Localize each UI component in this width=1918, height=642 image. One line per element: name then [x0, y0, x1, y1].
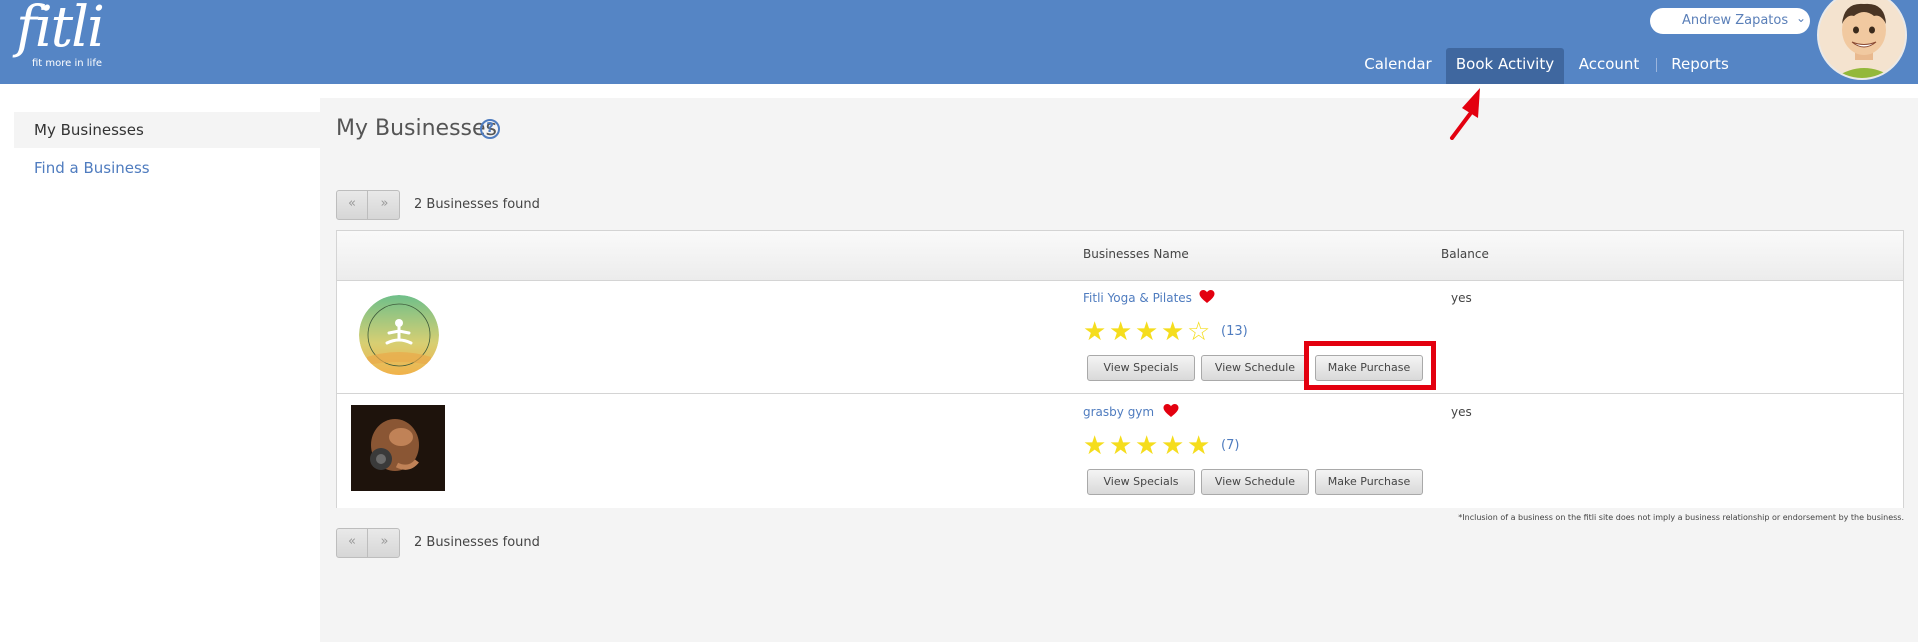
pager-next-button[interactable]: »: [369, 191, 400, 219]
help-icon[interactable]: ?: [480, 119, 500, 139]
pager-top: « »: [336, 190, 400, 220]
view-specials-button[interactable]: View Specials: [1087, 469, 1195, 495]
table-row: grasby gym ★ ★ ★ ★ ★ (7) yes View Specia…: [337, 395, 1903, 508]
logo-wordmark: fitli: [16, 0, 105, 60]
view-schedule-button[interactable]: View Schedule: [1201, 355, 1309, 381]
column-header-name: Businesses Name: [1083, 247, 1189, 261]
annotation-arrow-icon: [1450, 88, 1480, 140]
sidebar-item-my-businesses[interactable]: My Businesses: [14, 112, 320, 148]
column-header-balance: Balance: [1441, 247, 1489, 261]
main-content: My Businesses ? « » 2 Businesses found B…: [320, 98, 1918, 642]
pager-prev-button[interactable]: «: [337, 191, 368, 219]
star-filled-icon: ★: [1135, 431, 1159, 461]
table-header: Businesses Name Balance: [337, 231, 1903, 281]
user-menu[interactable]: Andrew Zapatos ⌄: [1650, 8, 1810, 34]
star-filled-icon: ★: [1135, 317, 1159, 347]
rating-stars: ★ ★ ★ ★ ★: [1083, 433, 1213, 459]
review-count[interactable]: (13): [1221, 324, 1248, 339]
review-count[interactable]: (7): [1221, 438, 1239, 453]
favorite-heart-icon[interactable]: [1199, 289, 1215, 305]
star-filled-icon: ★: [1161, 317, 1185, 347]
pager-bottom: « »: [336, 528, 400, 558]
business-name-link[interactable]: Fitli Yoga & Pilates: [1083, 291, 1192, 305]
rating-stars: ★ ★ ★ ★ ☆: [1083, 319, 1213, 345]
fitli-logo[interactable]: fitli fit more in life: [14, 0, 105, 72]
business-logo-gym[interactable]: [351, 405, 445, 491]
pager-next-button[interactable]: »: [369, 529, 400, 557]
avatar[interactable]: [1817, 0, 1907, 80]
nav-separator: [1656, 58, 1657, 72]
business-name-link[interactable]: grasby gym: [1083, 405, 1154, 419]
gym-logo-image: [351, 405, 445, 491]
nav-account[interactable]: Account: [1572, 48, 1646, 84]
balance-value: yes: [1451, 405, 1472, 419]
view-schedule-button[interactable]: View Schedule: [1201, 469, 1309, 495]
view-specials-button[interactable]: View Specials: [1087, 355, 1195, 381]
yoga-logo-image: [359, 295, 439, 375]
make-purchase-button[interactable]: Make Purchase: [1315, 469, 1423, 495]
user-name: Andrew Zapatos: [1682, 13, 1789, 28]
businesses-table: Businesses Name Balance Fitli Yoga & Pil…: [336, 230, 1904, 508]
sidebar-item-find-a-business[interactable]: Find a Business: [14, 150, 320, 186]
star-filled-icon: ★: [1083, 431, 1107, 461]
star-empty-icon: ☆: [1187, 317, 1211, 347]
table-row: Fitli Yoga & Pilates ★ ★ ★ ★ ☆ (13) yes …: [337, 281, 1903, 394]
star-filled-icon: ★: [1187, 431, 1211, 461]
star-filled-icon: ★: [1109, 317, 1133, 347]
star-filled-icon: ★: [1109, 431, 1133, 461]
star-filled-icon: ★: [1161, 431, 1185, 461]
star-filled-icon: ★: [1083, 317, 1107, 347]
avatar-illustration: [1819, 0, 1905, 78]
results-count: 2 Businesses found: [414, 535, 540, 550]
results-count: 2 Businesses found: [414, 197, 540, 212]
nav-reports[interactable]: Reports: [1664, 48, 1736, 84]
pager-prev-button[interactable]: «: [337, 529, 368, 557]
double-chevron-down-icon: ⌄: [1796, 11, 1807, 25]
disclaimer-text: *Inclusion of a business on the fitli si…: [1458, 513, 1904, 522]
business-logo-yoga[interactable]: [359, 295, 439, 375]
page-title: My Businesses: [336, 116, 498, 141]
annotation-highlight-box: [1304, 341, 1436, 390]
nav-calendar[interactable]: Calendar: [1356, 48, 1440, 84]
top-header: fitli fit more in life Andrew Zapatos ⌄ …: [0, 0, 1918, 84]
logo-tagline: fit more in life: [32, 58, 103, 69]
balance-value: yes: [1451, 291, 1472, 305]
nav-book-activity[interactable]: Book Activity: [1446, 48, 1564, 84]
favorite-heart-icon[interactable]: [1163, 403, 1179, 419]
